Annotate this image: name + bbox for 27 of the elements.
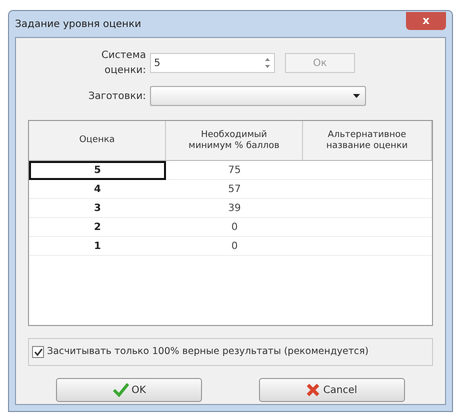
- table-cell-text: 0: [230, 240, 239, 254]
- close-button[interactable]: x: [406, 12, 446, 30]
- column-header: Оценка: [29, 121, 166, 160]
- table-cell[interactable]: 4: [29, 180, 166, 198]
- grading-system-spinbox[interactable]: 5: [150, 53, 275, 73]
- table-cell-text: 0: [230, 220, 239, 234]
- presets-label: Заготовки:: [87, 90, 146, 104]
- table-cell-text: 39: [227, 202, 242, 216]
- grading-system-label: Система оценки:: [100, 49, 146, 78]
- checkmark-icon: [34, 348, 42, 356]
- cross-icon: [306, 383, 320, 397]
- cancel-button[interactable]: Cancel: [258, 378, 405, 402]
- checkbox-label: Засчитывать только 100% верные результаты (рекомендуется): [47, 344, 369, 359]
- table-cell-text: 75: [227, 164, 242, 178]
- table-cell[interactable]: 5: [29, 161, 166, 180]
- table-cell[interactable]: 1: [29, 237, 166, 255]
- table-cell[interactable]: 3: [29, 199, 166, 217]
- spinner-arrows-icon: [264, 56, 271, 70]
- checkbox[interactable]: [32, 346, 44, 358]
- table-cell-text: 57: [227, 182, 242, 196]
- column-header: Необходимый минимум % баллов: [166, 121, 303, 160]
- ok-button[interactable]: OK: [56, 378, 202, 402]
- column-header: Альтернативное название оценки: [303, 121, 432, 160]
- check-icon: [112, 383, 129, 397]
- dropdown-arrow-icon: [353, 94, 360, 98]
- table-cell[interactable]: 2: [29, 218, 166, 236]
- window-title: Задание уровня оценки: [15, 18, 142, 32]
